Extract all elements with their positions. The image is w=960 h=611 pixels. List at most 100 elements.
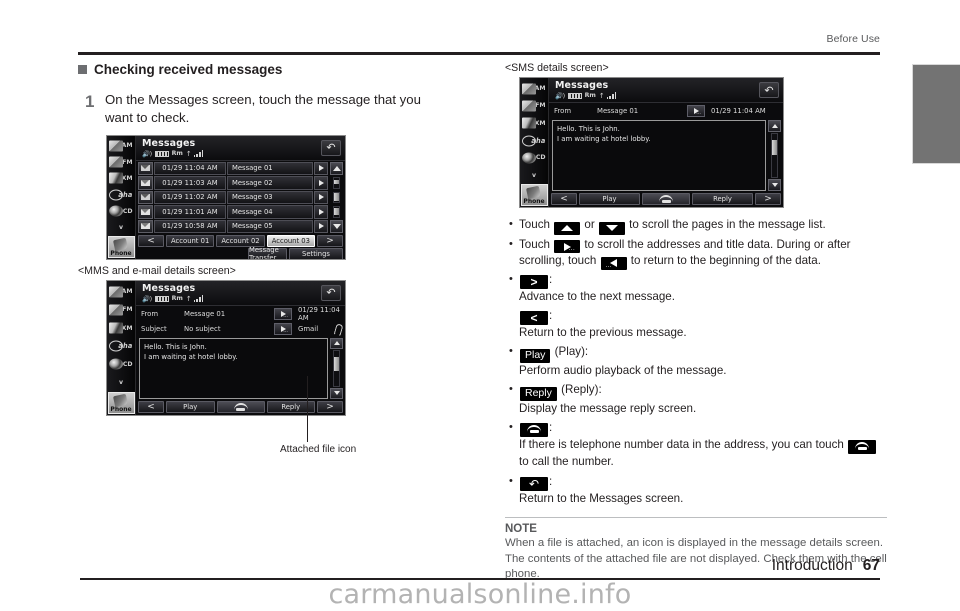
- call-icon: [659, 195, 673, 203]
- side-button-am[interactable]: AM: [108, 283, 135, 301]
- reply-button[interactable]: Reply: [692, 193, 753, 205]
- table-row[interactable]: 01/29 11:02 AM Message 03: [138, 190, 343, 205]
- scroll-right-icon[interactable]: [314, 190, 328, 205]
- up-triangle-icon[interactable]: [768, 120, 781, 132]
- up-triangle-icon[interactable]: [554, 221, 581, 235]
- table-row[interactable]: 01/29 11:03 AM Message 02: [138, 176, 343, 190]
- scroll-right-icon[interactable]: ...: [274, 322, 292, 335]
- side-button-cd[interactable]: CD: [108, 355, 135, 373]
- side-button-more[interactable]: v: [521, 167, 548, 184]
- next-message-button[interactable]: >: [755, 193, 781, 205]
- from-label: From: [141, 309, 159, 318]
- play-button[interactable]: Play: [579, 193, 640, 205]
- side-button-cd[interactable]: CD: [108, 203, 135, 219]
- next-message-button[interactable]: >: [317, 400, 343, 413]
- message-transfer-button[interactable]: Message Transfer: [248, 246, 287, 259]
- side-button-aha[interactable]: aha: [108, 187, 135, 203]
- screen-titlebar: Messages 🔊) Rm ↑ ↶: [549, 78, 783, 103]
- call-button[interactable]: [216, 400, 265, 413]
- scroll-right-icon[interactable]: [314, 176, 328, 190]
- side-button-am-label: AM: [121, 142, 133, 150]
- back-button[interactable]: ↶: [321, 139, 341, 156]
- play-button[interactable]: Play: [520, 348, 551, 363]
- roaming-label: Rm: [171, 150, 183, 158]
- next-chevron-icon[interactable]: >: [520, 274, 548, 289]
- scroll-right-icon[interactable]: ...: [274, 307, 292, 320]
- side-button-aha[interactable]: aha: [108, 337, 135, 355]
- prev-page-button[interactable]: <: [138, 235, 164, 248]
- back-button[interactable]: ↶: [321, 284, 341, 301]
- side-button-am[interactable]: AM: [108, 138, 135, 154]
- footer-chapter: Introduction 67: [772, 557, 880, 575]
- scroll-right-icon[interactable]: ...: [687, 105, 705, 117]
- scroll-right-icon[interactable]: [314, 161, 328, 176]
- scroll-up-button[interactable]: [330, 161, 343, 176]
- settings-button[interactable]: Settings: [289, 248, 343, 259]
- reply-button[interactable]: Reply: [520, 386, 557, 401]
- body-scrollbar[interactable]: [330, 337, 343, 399]
- up-triangle-icon[interactable]: [330, 161, 343, 175]
- side-button-cd[interactable]: CD: [521, 149, 548, 166]
- signal-antenna-icon: ↑: [185, 294, 192, 303]
- footer-chapter-label: Introduction: [771, 557, 853, 574]
- from-row: From Message 01 ... 01/29 11:04 AM: [136, 306, 345, 322]
- scrollbar-thumb[interactable]: [334, 180, 339, 185]
- side-button-fm[interactable]: FM: [108, 301, 135, 319]
- back-button[interactable]: ↶: [759, 82, 779, 98]
- body-scrollbar[interactable]: [768, 120, 781, 191]
- table-row[interactable]: 01/29 11:04 AM Message 01: [138, 161, 343, 176]
- bullet-2-part-0: Touch: [519, 237, 554, 251]
- side-button-phone[interactable]: Phone: [107, 391, 135, 414]
- bullet-text: Reply (Reply):: [519, 382, 887, 401]
- side-button-more[interactable]: v: [108, 373, 135, 391]
- scroll-right-icon[interactable]: [314, 219, 328, 234]
- call-desc: If there is telephone number data in the…: [505, 437, 887, 470]
- reply-suffix: (Reply):: [557, 383, 602, 397]
- side-button-more[interactable]: v: [108, 219, 135, 235]
- side-button-xm[interactable]: XM: [108, 319, 135, 337]
- bullet-text: Play (Play):: [519, 344, 887, 363]
- scrollbar-track[interactable]: [330, 191, 343, 205]
- scroll-down-button[interactable]: [330, 219, 343, 234]
- scrollbar-track[interactable]: [330, 176, 343, 190]
- table-row[interactable]: 01/29 10:58 AM Message 05: [138, 219, 343, 234]
- call-icon[interactable]: [848, 440, 877, 455]
- prev-message-button[interactable]: <: [551, 193, 577, 205]
- play-button[interactable]: Play: [166, 400, 215, 413]
- note-title: NOTE: [505, 523, 537, 536]
- side-button-xm[interactable]: XM: [521, 115, 548, 132]
- tab-account-01[interactable]: Account 01: [166, 235, 215, 248]
- bullet-scroll-pages: • Touch or to scroll the pages in the me…: [505, 217, 887, 235]
- up-triangle-icon[interactable]: [330, 337, 343, 349]
- prev-chevron-icon[interactable]: <: [520, 310, 548, 325]
- call-button[interactable]: [642, 193, 690, 205]
- bullet-reply: • Reply (Reply):: [505, 382, 887, 401]
- side-button-fm[interactable]: FM: [521, 97, 548, 114]
- down-triangle-icon[interactable]: [768, 179, 781, 191]
- prev-message-button[interactable]: <: [138, 400, 164, 413]
- return-arrow-icon[interactable]: ↶: [520, 476, 548, 491]
- call-icon[interactable]: [520, 423, 548, 438]
- down-triangle-icon[interactable]: [330, 387, 343, 399]
- screen-titlebar: Messages 🔊) Rm ↑ ↶: [136, 135, 345, 161]
- down-triangle-icon[interactable]: [330, 219, 343, 233]
- side-button-aha[interactable]: aha: [521, 132, 548, 149]
- down-triangle-icon[interactable]: [598, 221, 625, 235]
- scroll-right-icon[interactable]: ...: [554, 240, 581, 253]
- aha-ring-icon: [108, 340, 123, 352]
- side-button-phone-label: Phone: [110, 405, 132, 413]
- side-button-am[interactable]: AM: [521, 80, 548, 97]
- side-button-fm[interactable]: FM: [108, 154, 135, 170]
- next-page-button[interactable]: >: [316, 235, 343, 248]
- table-row[interactable]: 01/29 11:01 AM Message 04: [138, 205, 343, 219]
- side-button-phone[interactable]: Phone: [107, 235, 135, 258]
- prev-suffix: :: [549, 308, 553, 322]
- scrollbar-track[interactable]: [330, 205, 343, 219]
- scroll-right-icon[interactable]: [314, 205, 328, 219]
- side-button-phone[interactable]: Phone: [520, 183, 548, 206]
- side-button-xm[interactable]: XM: [108, 170, 135, 186]
- scroll-left-icon[interactable]: ...: [600, 256, 627, 270]
- roaming-label: Rm: [171, 295, 183, 303]
- bullet-text: :: [519, 420, 887, 438]
- side-button-cd-label: CD: [535, 154, 546, 162]
